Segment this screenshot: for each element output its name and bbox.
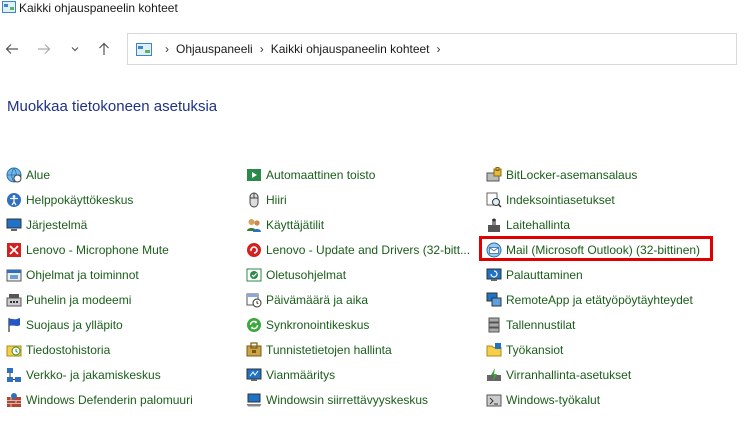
flag-icon: [8, 318, 20, 332]
device-manager-icon: [488, 218, 500, 232]
item-troubleshooting[interactable]: Vianmääritys: [246, 364, 335, 386]
up-button[interactable]: [93, 38, 115, 60]
item-lenovo-update-drivers[interactable]: Lenovo - Update and Drivers (32-bitt...: [246, 239, 470, 261]
item-date-time[interactable]: Päivämäärä ja aika: [246, 289, 368, 311]
mouse-icon: [249, 192, 259, 208]
item-recovery[interactable]: Palauttaminen: [486, 264, 583, 286]
firewall-icon: [7, 393, 21, 407]
item-power-options[interactable]: Virranhallinta-asetukset: [486, 364, 631, 386]
globe-clock-icon: [6, 167, 22, 183]
item-autoplay[interactable]: Automaattinen toisto: [246, 164, 375, 186]
item-windows-tools[interactable]: Windows-työkalut: [486, 389, 600, 411]
bitlocker-icon: [486, 167, 502, 182]
item-indexing-options[interactable]: Indeksointiasetukset: [486, 189, 615, 211]
back-button[interactable]: [1, 38, 23, 60]
lenovo-update-icon: [247, 243, 261, 257]
control-panel-icon: [136, 42, 152, 56]
item-mouse[interactable]: Hiiri: [246, 189, 287, 211]
navigation-bar: › Ohjauspaneeli › Kaikki ohjauspaneelin …: [0, 30, 745, 68]
arrow-right-icon: [38, 44, 51, 54]
computer-icon: [6, 218, 22, 231]
mail-icon: [486, 242, 502, 258]
work-folders-icon: [486, 343, 502, 357]
microphone-mute-icon: [7, 243, 21, 257]
item-mobility-center[interactable]: Windowsin siirrettävyyskeskus: [246, 389, 428, 411]
phone-modem-icon: [6, 294, 22, 307]
remoteapp-icon: [486, 292, 502, 307]
title-bar: Kaikki ohjauspaneelin kohteet: [0, 0, 745, 20]
power-options-icon: [487, 368, 501, 381]
item-file-history[interactable]: Tiedostohistoria: [6, 339, 110, 361]
date-time-icon: [246, 293, 262, 308]
item-programs-features[interactable]: Ohjelmat ja toiminnot: [6, 264, 139, 286]
item-remoteapp[interactable]: RemoteApp ja etätyöpöytäyhteydet: [486, 289, 693, 311]
page-title: Muokkaa tietokoneen asetuksia: [7, 98, 218, 115]
item-lenovo-microphone-mute[interactable]: Lenovo - Microphone Mute: [6, 239, 169, 261]
arrow-up-icon: [99, 42, 109, 55]
arrow-left-icon: [5, 44, 18, 54]
programs-icon: [6, 269, 22, 282]
forward-button[interactable]: [33, 38, 55, 60]
item-sync-center[interactable]: Synkronointikeskus: [246, 314, 369, 336]
mobility-center-icon: [246, 393, 262, 407]
address-bar[interactable]: › Ohjauspaneeli › Kaikki ohjauspaneelin …: [127, 33, 737, 65]
control-panel-icon: [2, 1, 16, 13]
item-ease-of-access[interactable]: Helppokäyttökeskus: [6, 189, 133, 211]
chevron-right-icon: ›: [436, 42, 441, 56]
item-storage-spaces[interactable]: Tallennustilat: [486, 314, 575, 336]
storage-icon: [488, 317, 500, 333]
indexing-icon: [486, 192, 502, 208]
item-network-sharing[interactable]: Verkko- ja jakamiskeskus: [6, 364, 161, 386]
windows-tools-icon: [486, 394, 502, 407]
accessibility-icon: [7, 193, 21, 207]
user-accounts-icon: [247, 219, 261, 232]
item-user-accounts[interactable]: Käyttäjätilit: [246, 214, 324, 236]
window-title: Kaikki ohjauspaneelin kohteet: [19, 1, 178, 15]
item-work-folders[interactable]: Työkansiot: [486, 339, 563, 361]
file-history-icon: [6, 345, 22, 357]
recovery-icon: [486, 268, 502, 281]
troubleshooting-icon: [246, 368, 262, 381]
breadcrumb-all-items[interactable]: Kaikki ohjauspaneelin kohteet: [271, 42, 430, 56]
item-phone-modem[interactable]: Puhelin ja modeemi: [6, 289, 131, 311]
item-default-programs[interactable]: Oletusohjelmat: [246, 264, 346, 286]
item-credential-manager[interactable]: Tunnistetietojen hallinta: [246, 339, 392, 361]
item-system[interactable]: Järjestelmä: [6, 214, 87, 236]
credential-icon: [246, 342, 262, 357]
network-icon: [7, 368, 21, 382]
chevron-right-icon: ›: [259, 42, 264, 56]
sync-icon: [247, 318, 261, 332]
recent-locations-button[interactable]: [64, 38, 86, 60]
chevron-right-icon: ›: [165, 42, 169, 56]
chevron-down-icon: [71, 47, 79, 52]
default-programs-icon: [246, 268, 262, 282]
item-defender-firewall[interactable]: Windows Defenderin palomuuri: [6, 389, 193, 411]
breadcrumb-control-panel[interactable]: Ohjauspaneeli: [176, 42, 253, 56]
item-mail-outlook[interactable]: Mail (Microsoft Outlook) (32-bittinen): [486, 239, 700, 261]
item-bitlocker[interactable]: BitLocker-asemansalaus: [486, 164, 637, 186]
item-device-manager[interactable]: Laitehallinta: [486, 214, 570, 236]
item-security-maintenance[interactable]: Suojaus ja ylläpito: [6, 314, 123, 336]
autoplay-icon: [247, 169, 261, 181]
item-region[interactable]: Alue: [6, 164, 50, 186]
